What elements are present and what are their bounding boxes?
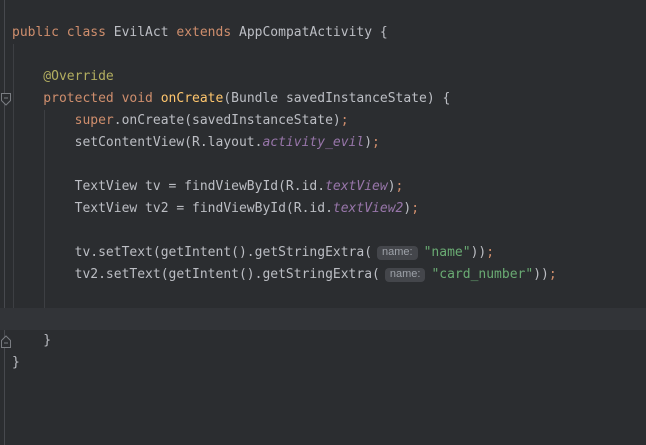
code-token-kw: super bbox=[12, 113, 114, 128]
code-token-mth: onCreate bbox=[161, 91, 224, 106]
code-line[interactable]: TextView tv = findViewById(R.id.textView… bbox=[0, 176, 646, 198]
fold-expand-marker-icon[interactable] bbox=[0, 334, 13, 349]
code-token-txt: EvilAct bbox=[114, 25, 177, 40]
code-line[interactable] bbox=[0, 286, 646, 308]
code-token-txt: ) bbox=[388, 179, 396, 194]
code-token-txt: ) bbox=[403, 201, 411, 216]
code-line-current[interactable] bbox=[0, 308, 646, 330]
code-token-txt: )) bbox=[533, 267, 549, 282]
code-line[interactable] bbox=[0, 154, 646, 176]
code-token-txt: .onCreate(savedInstanceState) bbox=[114, 113, 341, 128]
code-line[interactable]: super.onCreate(savedInstanceState); bbox=[0, 110, 646, 132]
code-token-fld: textView bbox=[325, 179, 388, 194]
code-token-txt: setContentView(R.layout. bbox=[12, 135, 262, 150]
code-token-kw: extends bbox=[176, 25, 239, 40]
parameter-name-hint-chip[interactable]: name: bbox=[377, 246, 418, 260]
code-token-kw: protected void bbox=[12, 91, 161, 106]
code-token-txt: TextView tv2 = findViewById(R.id. bbox=[12, 201, 333, 216]
code-token-kw: public class bbox=[12, 25, 114, 40]
code-token-semi: ; bbox=[549, 267, 557, 282]
fold-collapse-marker-icon[interactable] bbox=[0, 92, 13, 107]
code-line[interactable] bbox=[0, 220, 646, 242]
code-line[interactable]: @Override bbox=[0, 66, 646, 88]
code-token-fld: activity_evil bbox=[262, 135, 364, 150]
code-token-txt: ) bbox=[364, 135, 372, 150]
code-token-fld: textView2 bbox=[333, 201, 403, 216]
code-line[interactable]: } bbox=[0, 330, 646, 352]
code-token-ann: @Override bbox=[12, 69, 114, 84]
code-line[interactable]: protected void onCreate(Bundle savedInst… bbox=[0, 88, 646, 110]
code-token-str: "card_number" bbox=[431, 267, 533, 282]
parameter-name-hint-chip[interactable]: name: bbox=[385, 268, 426, 282]
code-line[interactable]: } bbox=[0, 352, 646, 374]
code-token-semi: ; bbox=[396, 179, 404, 194]
code-line[interactable]: tv2.setText(getIntent().getStringExtra( n… bbox=[0, 264, 646, 286]
code-token-semi: ; bbox=[341, 113, 349, 128]
code-line[interactable]: tv.setText(getIntent().getStringExtra( na… bbox=[0, 242, 646, 264]
code-line[interactable]: TextView tv2 = findViewById(R.id.textVie… bbox=[0, 198, 646, 220]
code-area[interactable]: public class EvilAct extends AppCompatAc… bbox=[0, 22, 646, 374]
code-token-txt: AppCompatActivity { bbox=[239, 25, 388, 40]
code-line[interactable]: public class EvilAct extends AppCompatAc… bbox=[0, 22, 646, 44]
code-token-txt: } bbox=[12, 355, 20, 370]
code-line[interactable]: setContentView(R.layout.activity_evil); bbox=[0, 132, 646, 154]
code-token-txt: )) bbox=[471, 245, 487, 260]
code-token-str: "name" bbox=[424, 245, 471, 260]
code-token-txt: } bbox=[12, 333, 51, 348]
code-token-semi: ; bbox=[411, 201, 419, 216]
code-token-semi: ; bbox=[372, 135, 380, 150]
code-token-txt: tv.setText(getIntent().getStringExtra( bbox=[12, 245, 372, 260]
code-editor: public class EvilAct extends AppCompatAc… bbox=[0, 0, 646, 445]
code-token-txt: (Bundle savedInstanceState) { bbox=[223, 91, 450, 106]
code-token-txt: TextView tv = findViewById(R.id. bbox=[12, 179, 325, 194]
code-token-semi: ; bbox=[486, 245, 494, 260]
code-line[interactable] bbox=[0, 44, 646, 66]
code-token-txt: tv2.setText(getIntent().getStringExtra( bbox=[12, 267, 380, 282]
